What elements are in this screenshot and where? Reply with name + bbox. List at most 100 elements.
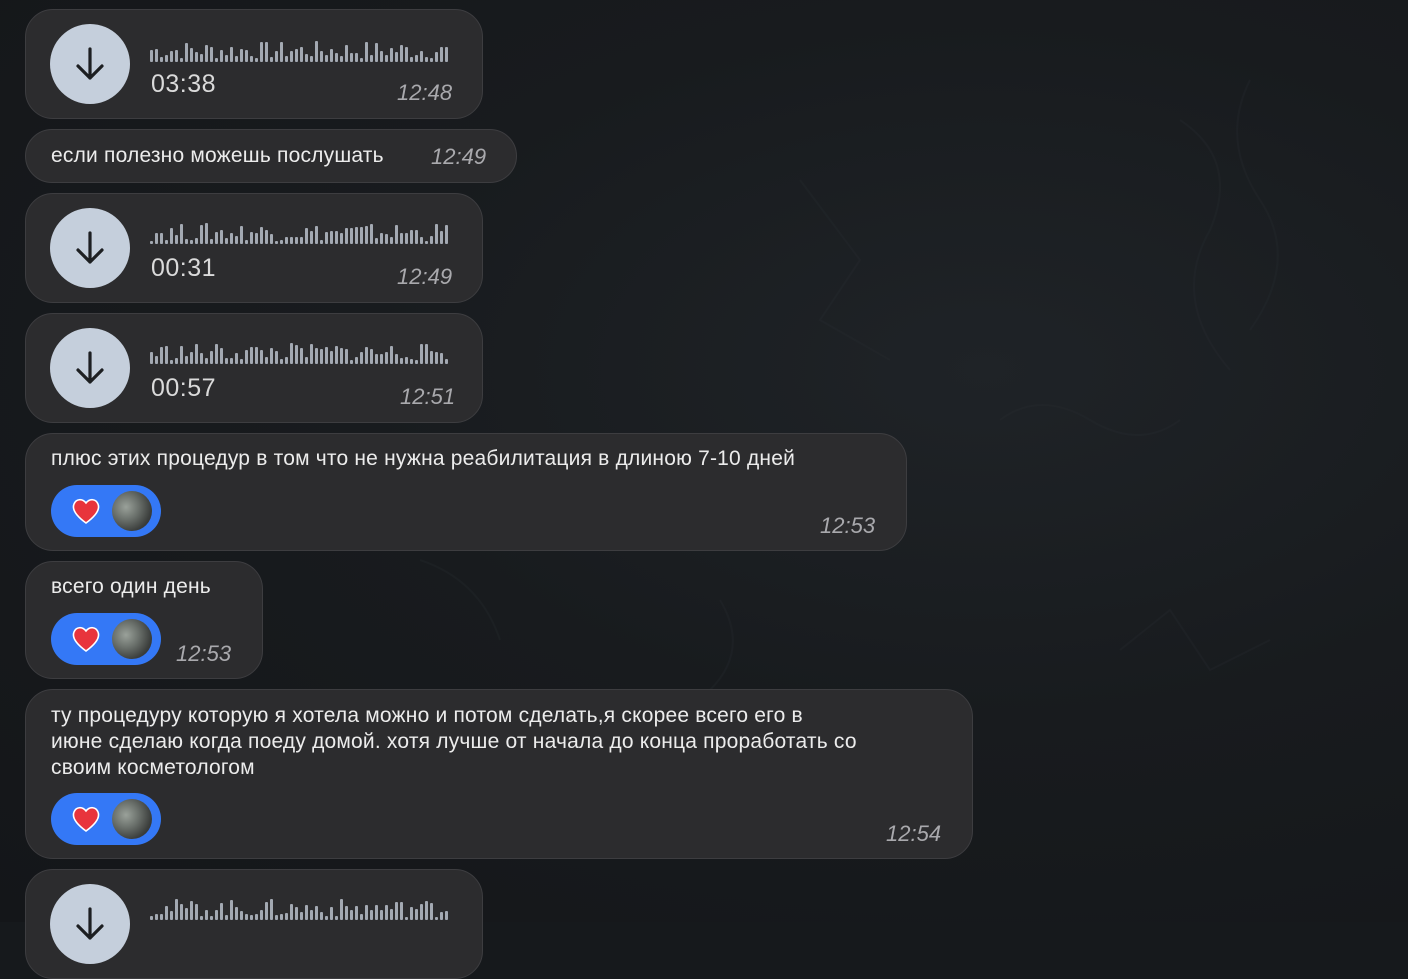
waveform-bar bbox=[355, 357, 358, 364]
voice-message[interactable] bbox=[25, 869, 483, 979]
waveform-bar bbox=[440, 353, 443, 364]
message-time: 12:49 bbox=[431, 144, 487, 169]
waveform-bar bbox=[155, 356, 158, 364]
waveform-bar bbox=[410, 359, 413, 364]
waveform-bar bbox=[325, 232, 328, 244]
waveform-bar bbox=[310, 231, 313, 244]
reaction-chip[interactable] bbox=[51, 793, 161, 845]
reaction-chip[interactable] bbox=[51, 613, 161, 665]
waveform-bar bbox=[400, 233, 403, 244]
waveform-bar bbox=[425, 344, 428, 364]
waveform-bar bbox=[380, 51, 383, 62]
waveform-bar bbox=[385, 905, 388, 920]
text-message[interactable]: всего один день 12:53 bbox=[25, 561, 263, 679]
waveform-bar bbox=[345, 349, 348, 364]
waveform-bar bbox=[180, 904, 183, 920]
waveform-bar bbox=[295, 907, 298, 920]
download-button[interactable] bbox=[50, 884, 130, 964]
waveform-bar bbox=[410, 230, 413, 244]
heart-icon bbox=[72, 806, 100, 832]
waveform-bar bbox=[370, 55, 373, 62]
waveform-bar bbox=[415, 360, 418, 364]
voice-duration: 00:31 bbox=[151, 254, 217, 282]
waveform-bar bbox=[355, 53, 358, 62]
waveform-bar bbox=[340, 56, 343, 62]
waveform-bar bbox=[375, 238, 378, 244]
waveform-bar bbox=[210, 351, 213, 364]
voice-duration: 00:57 bbox=[151, 374, 217, 402]
waveform-bar bbox=[330, 351, 333, 364]
waveform-bar bbox=[300, 237, 303, 244]
waveform-bar bbox=[365, 347, 368, 364]
text-message[interactable]: если полезно можешь послушать 12:49 bbox=[25, 129, 517, 183]
waveform-bar bbox=[200, 54, 203, 62]
waveform-bar bbox=[360, 352, 363, 364]
waveform-bar bbox=[160, 347, 163, 364]
waveform-bar bbox=[410, 907, 413, 920]
download-button[interactable] bbox=[50, 328, 130, 408]
waveform-bar bbox=[265, 230, 268, 244]
waveform-bar bbox=[360, 227, 363, 244]
waveform-bar bbox=[335, 53, 338, 62]
waveform-bar bbox=[385, 55, 388, 62]
reaction-chip[interactable] bbox=[51, 485, 161, 537]
waveform-bar bbox=[280, 359, 283, 364]
waveform-bar bbox=[280, 42, 283, 62]
voice-message[interactable]: 00:57 12:51 bbox=[25, 313, 483, 423]
waveform-bar bbox=[195, 238, 198, 244]
waveform-bar bbox=[200, 916, 203, 920]
waveform-bar bbox=[305, 357, 308, 364]
waveform-bar bbox=[375, 43, 378, 62]
waveform-bar bbox=[260, 350, 263, 364]
waveform-bar bbox=[255, 347, 258, 364]
download-button[interactable] bbox=[50, 208, 130, 288]
waveform-bar bbox=[230, 358, 233, 364]
waveform-bar bbox=[155, 49, 158, 62]
waveform-bar bbox=[270, 348, 273, 364]
waveform-bar bbox=[310, 910, 313, 920]
waveform-bar bbox=[275, 915, 278, 920]
waveform-bar bbox=[350, 360, 353, 364]
waveform-bar bbox=[205, 910, 208, 920]
voice-message[interactable]: 03:38 12:48 bbox=[25, 9, 483, 119]
waveform-bar bbox=[405, 47, 408, 62]
waveform-bar bbox=[255, 914, 258, 920]
waveform-bar bbox=[385, 234, 388, 244]
waveform-bar bbox=[440, 47, 443, 62]
download-button[interactable] bbox=[50, 24, 130, 104]
waveform-bar bbox=[305, 228, 308, 244]
waveform-bar bbox=[245, 50, 248, 62]
waveform-bar bbox=[395, 225, 398, 244]
waveform-bar bbox=[235, 56, 238, 62]
waveform-bar bbox=[300, 47, 303, 62]
text-message[interactable]: ту процедуру которую я хотела можно и по… bbox=[25, 689, 973, 859]
message-time: 12:48 bbox=[397, 80, 453, 105]
waveform-bar bbox=[315, 226, 318, 244]
waveform-bar bbox=[440, 231, 443, 244]
waveform-bar bbox=[180, 58, 183, 62]
waveform-bar bbox=[405, 233, 408, 244]
waveform-bar bbox=[160, 233, 163, 244]
text-message[interactable]: плюс этих процедур в том что не нужна ре… bbox=[25, 433, 907, 551]
waveform-bar bbox=[200, 225, 203, 244]
waveform-bar bbox=[325, 55, 328, 62]
waveform-bar bbox=[330, 49, 333, 62]
waveform-bar bbox=[175, 358, 178, 364]
waveform-bar bbox=[170, 51, 173, 62]
waveform-bar bbox=[260, 910, 263, 920]
waveform-bar bbox=[285, 357, 288, 364]
message-time: 12:51 bbox=[400, 384, 456, 409]
waveform-bar bbox=[315, 41, 318, 62]
waveform-bar bbox=[285, 237, 288, 244]
waveform-bar bbox=[435, 352, 438, 364]
voice-message[interactable]: 00:31 12:49 bbox=[25, 193, 483, 303]
waveform-bar bbox=[365, 42, 368, 62]
waveform-bar bbox=[280, 914, 283, 920]
waveform-bar bbox=[170, 360, 173, 364]
waveform-bar bbox=[185, 43, 188, 62]
waveform-bar bbox=[385, 352, 388, 364]
waveform-bar bbox=[360, 58, 363, 62]
waveform-bar bbox=[250, 915, 253, 920]
waveform-bar bbox=[415, 230, 418, 244]
waveform-bar bbox=[265, 902, 268, 920]
